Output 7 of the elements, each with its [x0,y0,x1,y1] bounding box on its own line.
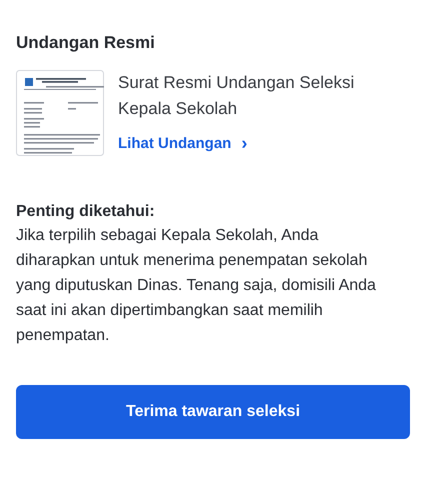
view-invitation-link[interactable]: Lihat Undangan › [118,134,248,152]
notice-heading: Penting diketahui: [16,203,156,221]
document-title: Surat Resmi Undangan Seleksi Kepala Sekolah [118,72,356,120]
chevron-icon: › [241,134,248,152]
section-title: Undangan Resmi [16,33,156,53]
notice-text: Jika terpilih sebagai Kepala Sekolah, Anda diharapkan untuk menerima penempatan sekolah yang diputuskan Dinas. Tenang saja, domisili Anda saat ini akan dipertimbangkan saat memilih penempatan. [16,226,377,346]
accept-button[interactable]: Terima tawaran seleksi [16,385,410,439]
